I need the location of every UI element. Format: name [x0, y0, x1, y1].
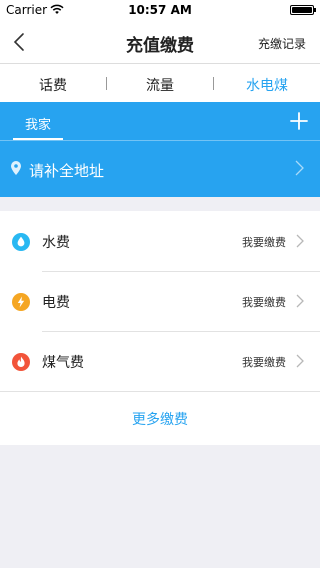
- pay-button[interactable]: 我要缴费: [242, 354, 286, 370]
- bill-list: 水费 我要缴费 电费 我要缴费 煤气费 我要缴费 更多缴费: [0, 211, 320, 445]
- pay-button[interactable]: 我要缴费: [242, 234, 286, 250]
- household-tab-my-home[interactable]: 我家: [13, 114, 63, 133]
- list-item-water[interactable]: 水费 我要缴费: [0, 211, 320, 271]
- add-household-icon[interactable]: [290, 112, 308, 130]
- location-pin-icon: [11, 161, 21, 175]
- section-gap: [0, 197, 320, 211]
- category-tabs: 话费 流量 水电煤: [0, 64, 320, 102]
- household-panel: 我家 请补全地址: [0, 102, 320, 197]
- chevron-right-icon[interactable]: [295, 160, 304, 176]
- flame-icon: [12, 353, 30, 371]
- navigation-bar: 充值缴费 充缴记录: [0, 20, 320, 64]
- tab-data-plan[interactable]: 流量: [107, 75, 213, 95]
- status-time: 10:57 AM: [128, 3, 192, 17]
- pay-button[interactable]: 我要缴费: [242, 294, 286, 310]
- chevron-right-icon: [296, 294, 304, 308]
- tab-phone-bill[interactable]: 话费: [0, 75, 106, 95]
- lightning-icon: [12, 293, 30, 311]
- battery-icon: [290, 5, 316, 15]
- bill-label: 水费: [42, 235, 70, 251]
- complete-address-link[interactable]: 请补全地址: [29, 160, 104, 181]
- bill-label: 煤气费: [42, 355, 84, 371]
- recharge-record-button[interactable]: 充缴记录: [258, 35, 306, 52]
- bill-label: 电费: [42, 295, 70, 311]
- water-drop-icon: [12, 233, 30, 251]
- status-bar: Carrier 10:57 AM: [0, 0, 320, 20]
- chevron-right-icon: [296, 354, 304, 368]
- list-item-electricity[interactable]: 电费 我要缴费: [0, 271, 320, 331]
- panel-divider: [0, 140, 320, 141]
- more-payments-button[interactable]: 更多缴费: [0, 409, 320, 429]
- list-item-gas[interactable]: 煤气费 我要缴费: [0, 331, 320, 391]
- tab-utilities[interactable]: 水电煤: [214, 75, 320, 95]
- chevron-right-icon: [296, 234, 304, 248]
- row-divider: [0, 391, 320, 392]
